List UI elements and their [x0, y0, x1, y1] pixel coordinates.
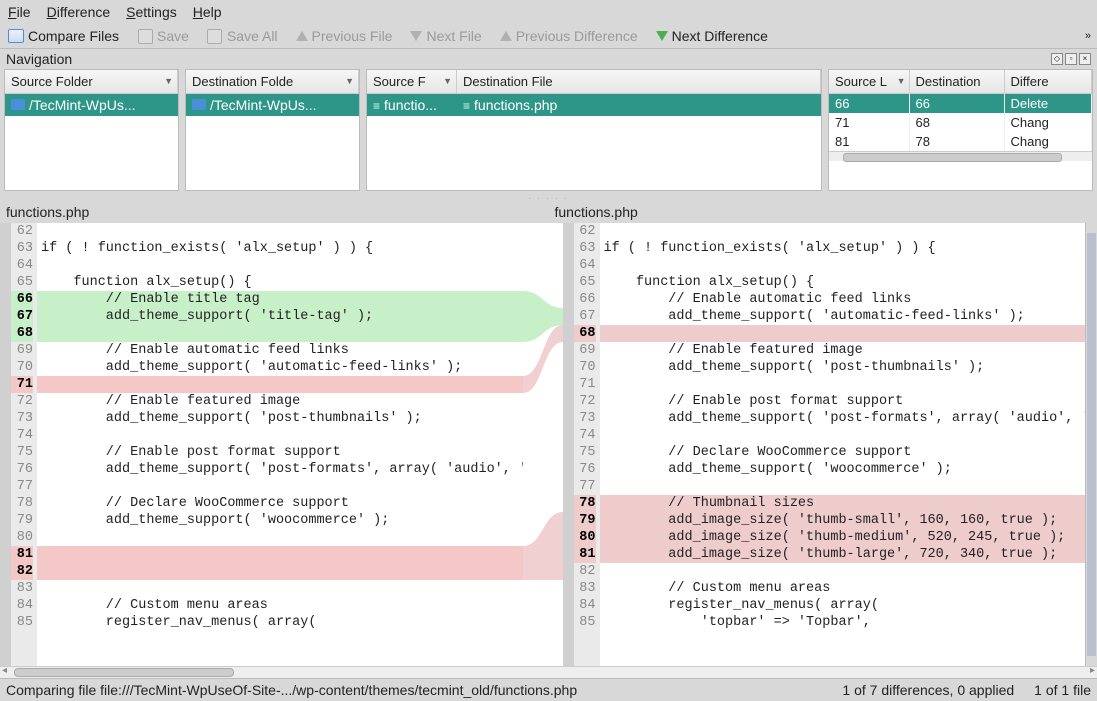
folder-icon — [192, 97, 206, 113]
compare-files-label: Compare Files — [28, 28, 119, 44]
file-columns: Source F▼ Destination File functio... fu… — [366, 69, 822, 191]
diff-connector — [523, 223, 563, 666]
right-code-pane[interactable]: 6263646566676869707172737475767778798081… — [563, 223, 1086, 666]
save-all-button: Save All — [207, 28, 278, 44]
panel-restore-icon[interactable]: ▫ — [1065, 53, 1077, 65]
arrow-down-green-icon — [656, 31, 668, 41]
statusbar: Comparing file file:///TecMint-WpUseOf-S… — [0, 678, 1097, 701]
next-difference-button[interactable]: Next Difference — [656, 28, 768, 44]
differences-column: Source L▼ Destination Differe 6666Delete… — [828, 69, 1093, 191]
menubar: File Difference Settings Help — [0, 0, 1097, 24]
panel-window-icons: ◇ ▫ × — [1051, 53, 1091, 65]
horizontal-scrollbar[interactable] — [829, 151, 1092, 161]
save-all-label: Save All — [227, 28, 278, 44]
source-line-header[interactable]: Source L▼ — [829, 70, 909, 94]
left-code-lines[interactable]: if ( ! function_exists( 'alx_setup' ) ) … — [37, 223, 523, 666]
sort-arrow-icon: ▼ — [897, 76, 906, 86]
next-file-label: Next File — [426, 28, 481, 44]
save-all-icon — [207, 28, 223, 44]
toolbar: Compare Files Save Save All Previous Fil… — [0, 24, 1097, 49]
status-main-text: Comparing file file:///TecMint-WpUseOf-S… — [6, 682, 822, 698]
next-difference-label: Next Difference — [672, 28, 768, 44]
right-file-title: functions.php — [549, 201, 1097, 223]
diff-overview-gutter[interactable] — [0, 223, 11, 666]
save-button: Save — [137, 28, 189, 44]
vertical-scrollbar[interactable] — [1085, 223, 1097, 666]
navigation-panel: Source Folder▼ /TecMint-WpUs... Destinat… — [0, 69, 1097, 195]
save-label: Save — [157, 28, 189, 44]
right-code-lines[interactable]: if ( ! function_exists( 'alx_setup' ) ) … — [600, 223, 1086, 666]
source-folder-header[interactable]: Source Folder▼ — [5, 70, 178, 93]
previous-difference-button: Previous Difference — [500, 28, 638, 44]
menu-file[interactable]: File — [8, 4, 31, 20]
menu-help[interactable]: Help — [193, 4, 222, 20]
destination-line-header[interactable]: Destination — [909, 70, 1004, 94]
previous-file-button: Previous File — [296, 28, 393, 44]
code-horizontal-scrollbar[interactable] — [0, 666, 1097, 678]
compare-files-button[interactable]: Compare Files — [8, 28, 119, 44]
differences-table: Source L▼ Destination Differe 6666Delete… — [829, 70, 1092, 151]
source-folder-column: Source Folder▼ /TecMint-WpUs... — [4, 69, 179, 191]
destination-file-header[interactable]: Destination File — [457, 70, 821, 93]
previous-file-label: Previous File — [312, 28, 393, 44]
sort-arrow-icon: ▼ — [164, 76, 173, 86]
diff-table-row[interactable]: 6666Delete — [829, 94, 1092, 114]
sort-arrow-icon: ▼ — [345, 76, 354, 86]
destination-folder-item[interactable]: /TecMint-WpUs... — [186, 94, 359, 116]
arrow-up-icon — [500, 31, 512, 41]
status-file-count: 1 of 1 file — [1034, 682, 1091, 698]
navigation-label: Navigation — [6, 51, 72, 67]
sort-arrow-icon: ▼ — [443, 76, 452, 86]
code-pane-headers: functions.php functions.php — [0, 201, 1097, 223]
toolbar-overflow-icon[interactable]: » — [1085, 30, 1091, 42]
compare-icon — [8, 28, 24, 44]
menu-difference[interactable]: Difference — [47, 4, 111, 20]
menu-settings[interactable]: Settings — [126, 4, 177, 20]
source-folder-item[interactable]: /TecMint-WpUs... — [5, 94, 178, 116]
source-file-header[interactable]: Source F▼ — [367, 70, 457, 93]
destination-folder-column: Destination Folde▼ /TecMint-WpUs... — [185, 69, 360, 191]
left-line-numbers: 6263646566676869707172737475767778798081… — [11, 223, 37, 666]
save-icon — [137, 28, 153, 44]
diff-table-row[interactable]: 8178Chang — [829, 132, 1092, 151]
previous-difference-label: Previous Difference — [516, 28, 638, 44]
panel-detach-icon[interactable]: ◇ — [1051, 53, 1063, 65]
left-code-pane[interactable]: 6263646566676869707172737475767778798081… — [0, 223, 523, 666]
next-file-button: Next File — [410, 28, 481, 44]
difference-type-header[interactable]: Differe — [1004, 70, 1092, 94]
code-comparison-area: 6263646566676869707172737475767778798081… — [0, 223, 1097, 666]
arrow-down-icon — [410, 31, 422, 41]
file-icon — [373, 97, 380, 113]
left-file-title: functions.php — [0, 201, 549, 223]
status-diff-count: 1 of 7 differences, 0 applied — [842, 682, 1014, 698]
diff-overview-gutter[interactable] — [563, 223, 574, 666]
file-icon — [463, 97, 470, 113]
navigation-panel-header: Navigation ◇ ▫ × — [0, 49, 1097, 69]
right-line-numbers: 6263646566676869707172737475767778798081… — [574, 223, 600, 666]
folder-icon — [11, 97, 25, 113]
panel-close-icon[interactable]: × — [1079, 53, 1091, 65]
file-row[interactable]: functio... functions.php — [367, 94, 821, 116]
destination-folder-header[interactable]: Destination Folde▼ — [186, 70, 359, 93]
diff-table-row[interactable]: 7168Chang — [829, 113, 1092, 132]
arrow-up-icon — [296, 31, 308, 41]
